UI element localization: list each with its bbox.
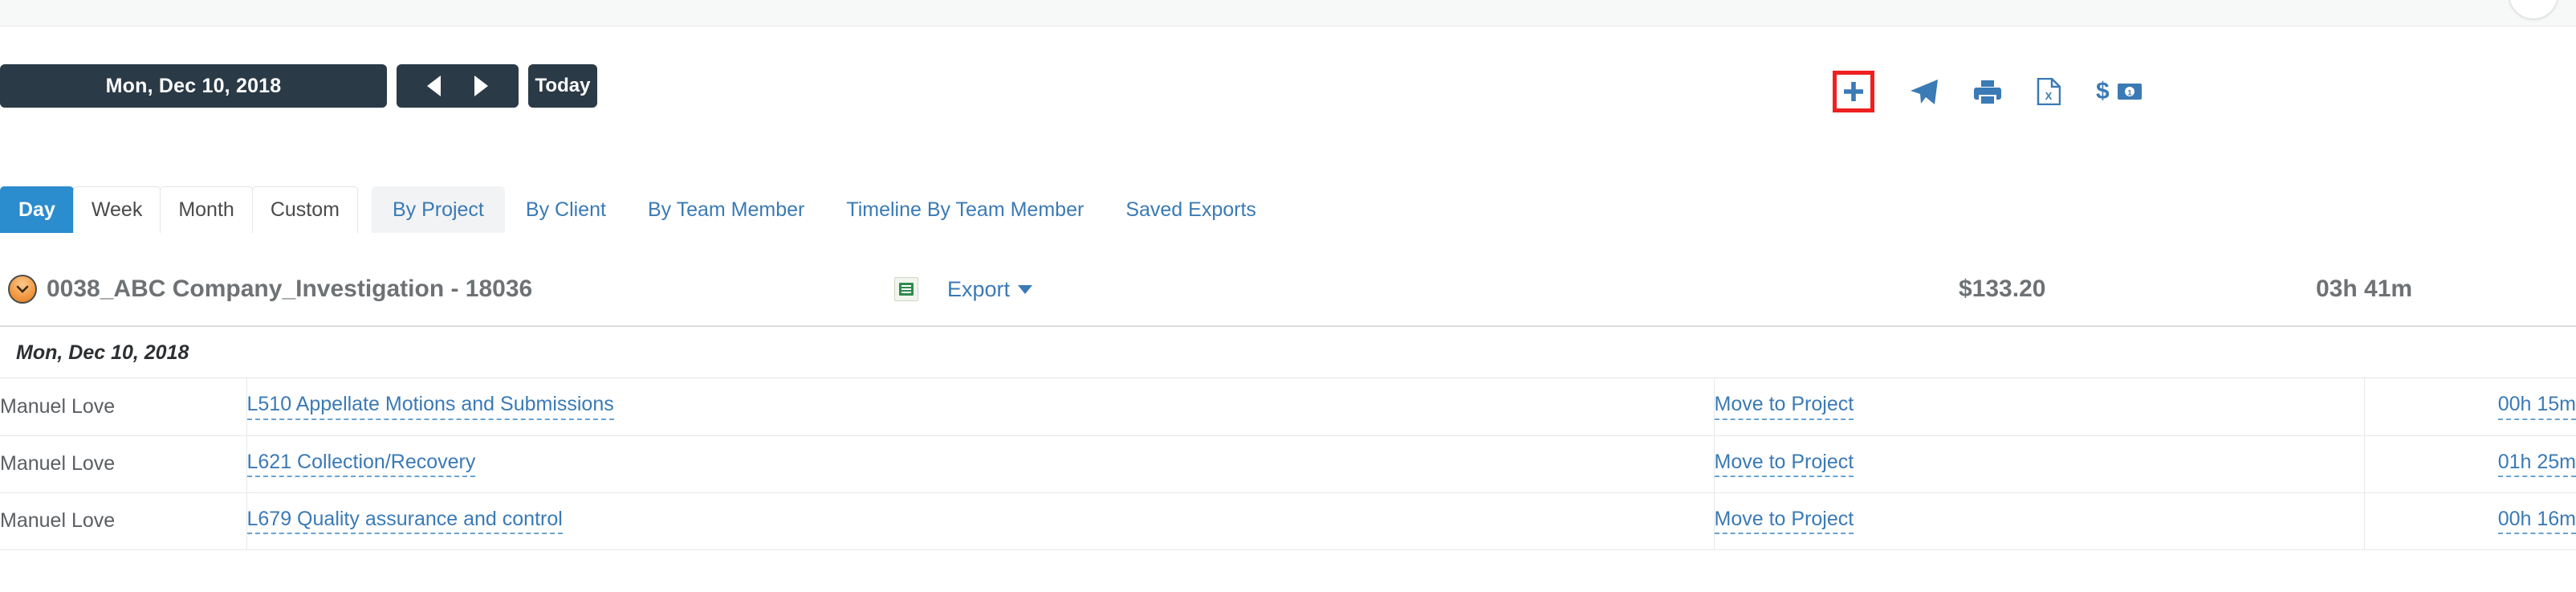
tab-day[interactable]: Day xyxy=(0,186,74,233)
dollar-sign-label: $ xyxy=(2096,78,2110,104)
date-group-label: Mon, Dec 10, 2018 xyxy=(16,341,189,364)
grouping-tabs: By Project By Client By Team Member Time… xyxy=(371,186,1277,233)
tab-by-client[interactable]: By Client xyxy=(505,186,627,233)
tab-by-team-member[interactable]: By Team Member xyxy=(627,186,825,233)
current-date-button[interactable]: Mon, Dec 10, 2018 xyxy=(0,64,387,108)
plus-icon xyxy=(1844,82,1863,101)
row-task: L679 Quality assurance and control xyxy=(246,492,1715,550)
duration-link[interactable]: 00h 16m xyxy=(2497,508,2576,535)
project-total-amount: $133.20 xyxy=(1959,276,2046,302)
row-task: L510 Appellate Motions and Submissions xyxy=(246,378,1715,436)
action-toolbar: X $ 1 xyxy=(1833,71,2143,112)
row-duration: 00h 16m xyxy=(2364,492,2576,550)
add-time-entry-button[interactable] xyxy=(1833,71,1874,112)
row-duration: 00h 15m xyxy=(2364,378,2576,436)
move-to-project-link[interactable]: Move to Project xyxy=(1714,393,1854,421)
table-row: Manuel Love L679 Quality assurance and c… xyxy=(0,492,2576,550)
row-member: Manuel Love xyxy=(0,492,247,550)
time-entries-table: Manuel Love L510 Appellate Motions and S… xyxy=(0,378,2576,550)
today-button[interactable]: Today xyxy=(528,64,597,108)
tab-saved-exports[interactable]: Saved Exports xyxy=(1105,186,1277,233)
previous-day-icon[interactable] xyxy=(427,76,441,96)
next-day-icon[interactable] xyxy=(474,76,488,96)
export-dropdown[interactable]: Export xyxy=(947,276,1033,302)
tab-month[interactable]: Month xyxy=(160,186,253,233)
row-member: Manuel Love xyxy=(0,378,247,436)
tab-week[interactable]: Week xyxy=(72,186,161,233)
clock-icon[interactable] xyxy=(8,275,37,304)
row-duration: 01h 25m xyxy=(2364,435,2576,493)
excel-small-icon[interactable] xyxy=(894,277,918,301)
view-tabs: Day Week Month Custom By Project By Clie… xyxy=(0,186,2576,233)
tab-by-project[interactable]: By Project xyxy=(371,186,505,233)
table-row: Manuel Love L510 Appellate Motions and S… xyxy=(0,378,2576,436)
row-task: L621 Collection/Recovery xyxy=(246,435,1715,493)
project-header-row: 0038_ABC Company_Investigation - 18036 E… xyxy=(0,253,2576,327)
avatar[interactable] xyxy=(2509,0,2558,19)
excel-file-icon: X xyxy=(2037,78,2061,105)
send-button[interactable] xyxy=(1910,79,1939,104)
tab-timeline-by-team-member[interactable]: Timeline By Team Member xyxy=(825,186,1105,233)
tab-custom[interactable]: Custom xyxy=(251,186,358,233)
svg-text:1: 1 xyxy=(2127,89,2131,97)
row-move: Move to Project xyxy=(1714,378,2365,436)
export-label: Export xyxy=(947,276,1011,301)
chevron-down-icon xyxy=(16,285,29,293)
caret-down-icon xyxy=(1018,284,1033,294)
date-stepper xyxy=(397,64,519,108)
svg-text:X: X xyxy=(2045,90,2053,102)
move-to-project-link[interactable]: Move to Project xyxy=(1714,451,1854,478)
excel-sheet-icon xyxy=(899,283,914,296)
task-link[interactable]: L679 Quality assurance and control xyxy=(246,508,563,535)
duration-link[interactable]: 01h 25m xyxy=(2497,451,2576,478)
row-member: Manuel Love xyxy=(0,435,247,493)
table-row: Manuel Love L621 Collection/Recovery Mov… xyxy=(0,435,2576,493)
duration-link[interactable]: 00h 15m xyxy=(2497,393,2576,421)
excel-export-button[interactable]: X xyxy=(2037,78,2061,105)
row-move: Move to Project xyxy=(1714,492,2365,550)
date-group-header: Mon, Dec 10, 2018 xyxy=(0,329,2576,378)
billable-toggle-button[interactable]: $ 1 xyxy=(2096,80,2143,104)
project-total-duration: 03h 41m xyxy=(2316,276,2413,302)
send-icon xyxy=(1911,80,1938,104)
print-button[interactable] xyxy=(1974,79,2001,104)
project-title: 0038_ABC Company_Investigation - 18036 xyxy=(47,276,533,302)
money-icon: 1 xyxy=(2117,84,2142,100)
date-navigation: Mon, Dec 10, 2018 Today xyxy=(0,64,597,108)
task-link[interactable]: L621 Collection/Recovery xyxy=(246,451,476,478)
print-icon xyxy=(1974,80,2001,104)
row-move: Move to Project xyxy=(1714,435,2365,493)
task-link[interactable]: L510 Appellate Motions and Submissions xyxy=(246,393,614,421)
top-bar xyxy=(0,0,2576,27)
move-to-project-link[interactable]: Move to Project xyxy=(1714,508,1854,535)
